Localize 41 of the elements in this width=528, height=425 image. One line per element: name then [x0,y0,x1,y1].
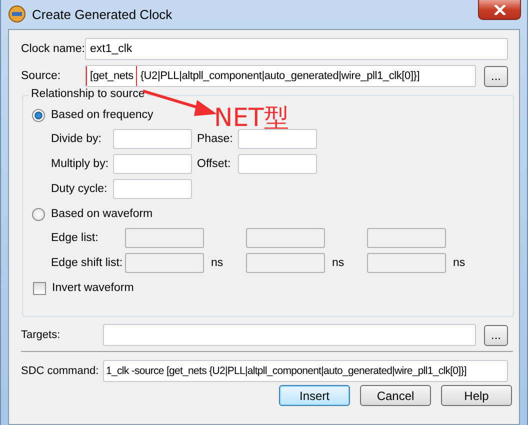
browse-button[interactable]: ... [484,324,508,346]
dialog-button[interactable]: Cancel [360,385,431,406]
browse-button[interactable]: ... [484,66,508,86]
field-label: Duty cycle: [51,183,108,195]
targets-field[interactable] [103,324,476,346]
radio-option[interactable]: Based on waveform [32,205,153,223]
unit-label: ns [211,257,224,269]
field-label: Offset: [196,158,232,170]
field-label: Edge list: [51,232,100,244]
source-field[interactable]: [get_nets {U2|PLL|altpll_component|auto_generated|wire_pll1_clk[0]}] [85,65,476,87]
input-field[interactable] [238,154,317,174]
group-title: Relationship to source [29,88,147,100]
clock-name-field[interactable]: ext1_clk [85,38,508,60]
input-field[interactable] [238,129,317,149]
input-field[interactable] [113,154,192,174]
unit-label: ns [453,257,466,269]
field-label: Phase: [196,133,234,145]
checkbox[interactable] [33,282,46,294]
field-label: Source: [21,70,62,82]
checkbox-option[interactable]: Invert waveform [33,279,134,297]
app-icon [8,5,26,23]
field-label: Edge shift list: [51,257,124,269]
field-label: Targets: [21,329,62,341]
radio-button[interactable] [32,208,45,220]
dialog-button[interactable]: Insert [279,385,350,406]
radio-button[interactable] [32,108,45,122]
sdc-command-field[interactable]: 1_clk -source [get_nets {U2|PLL|altpll_component|auto_generated|wire_pll1_clk[0]}] [103,360,508,382]
close-button[interactable] [478,0,521,20]
highlight-box: [get_nets [86,66,138,86]
window-title: Create Generated Clock [32,6,172,22]
input-field[interactable] [113,179,192,199]
input-field[interactable] [113,129,192,149]
annotation-text: NET型 [214,102,289,134]
dialog-button[interactable]: Help [441,385,512,406]
field-label: Multiply by: [51,158,110,170]
close-icon [494,4,506,14]
unit-label: ns [332,257,344,269]
field-label: SDC command: [21,365,100,377]
field-label: Divide by: [51,133,102,145]
radio-option[interactable]: Based on frequency [32,106,154,124]
field-label: Clock name: [21,43,85,55]
